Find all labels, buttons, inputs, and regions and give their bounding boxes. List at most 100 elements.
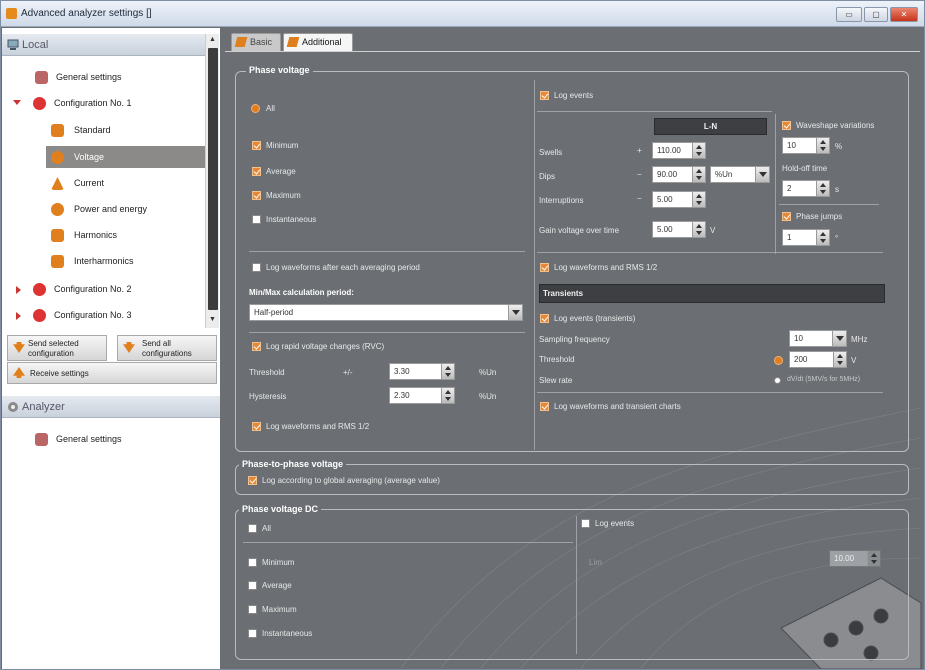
all-radio[interactable] [251,104,260,113]
dc-limit-spinner[interactable]: 10.00 [829,550,881,567]
tab-additional[interactable]: Additional [283,33,353,51]
expand-arrow-icon[interactable] [13,100,21,109]
stepper-icon[interactable] [816,181,829,196]
scroll-up-icon[interactable]: ▲ [209,36,216,43]
analyzer-general-settings[interactable]: General settings [32,429,202,449]
stepper-icon[interactable] [692,167,705,182]
tab-basic[interactable]: Basic [231,33,281,51]
scroll-down-icon[interactable]: ▼ [209,316,216,323]
stepper-icon[interactable] [692,143,705,158]
sampling-frequency-select[interactable]: 10 [789,330,847,347]
log-waveforms-avg-label: Log waveforms after each averaging perio… [266,263,420,272]
stepper-icon[interactable] [692,222,705,237]
scrollbar-thumb[interactable] [208,48,218,310]
threshold-radio[interactable] [774,356,783,365]
gain-voltage-unit: V [710,226,716,235]
chevron-down-icon[interactable] [832,331,846,346]
expand-arrow-icon[interactable] [16,312,25,320]
dc-minimum-checkbox[interactable] [248,558,257,567]
tree-item-harmonics[interactable]: Harmonics [46,225,205,245]
analyzer-header-label: Analyzer [22,401,65,413]
dc-log-events-checkbox[interactable] [581,519,590,528]
minmax-period-select[interactable]: Half-period [249,304,523,321]
computer-icon [7,39,19,50]
rvc-hysteresis-spinner[interactable]: 2.30 [389,387,455,404]
log-rvc-checkbox[interactable] [252,342,261,351]
stepper-icon[interactable] [692,192,705,207]
holdoff-label: Hold-off time [782,164,828,173]
phase-voltage-dc-group [235,509,909,660]
log-transient-charts-checkbox[interactable] [540,402,549,411]
waveshape-spinner[interactable]: 10 [782,137,830,154]
average-checkbox[interactable] [252,167,261,176]
tree-item-config-1[interactable]: Configuration No. 1 [30,93,200,113]
transient-threshold-label: Threshold [539,355,575,364]
dc-instantaneous-checkbox[interactable] [248,629,257,638]
dc-all-checkbox[interactable] [248,524,257,533]
send-all-button[interactable]: Send all configurations [117,335,217,361]
hysteresis-label: Hysteresis [249,392,287,401]
tree-item-config-2[interactable]: Configuration No. 2 [30,279,200,299]
dc-average-checkbox[interactable] [248,581,257,590]
analyzer-header[interactable]: Analyzer [2,396,220,418]
sampling-frequency-label: Sampling frequency [539,335,610,344]
phase-jumps-spinner[interactable]: 1 [782,229,830,246]
log-global-averaging-checkbox[interactable] [248,476,257,485]
dc-average-label: Average [262,581,292,590]
stepper-icon[interactable] [441,388,454,403]
stepper-icon[interactable] [441,364,454,379]
log-events-waveforms-checkbox[interactable] [540,263,549,272]
instantaneous-checkbox[interactable] [252,215,261,224]
tree-scrollbar[interactable]: ▲ ▼ [205,34,219,328]
stepper-icon[interactable] [816,138,829,153]
receive-settings-button[interactable]: Receive settings [7,362,217,384]
slew-rate-radio[interactable] [774,377,781,384]
transient-threshold-spinner[interactable]: 200 [789,351,847,368]
voltage-icon [51,151,64,164]
gain-voltage-spinner[interactable]: 5.00 [652,221,706,238]
phase-jumps-checkbox[interactable] [782,212,791,221]
log-events-checkbox[interactable] [540,91,549,100]
instantaneous-label: Instantaneous [266,215,317,224]
stepper-icon[interactable] [833,352,846,367]
maximize-button[interactable]: ▢ [864,7,888,22]
tree-item-config-3[interactable]: Configuration No. 3 [30,305,200,325]
chevron-down-icon[interactable] [755,167,769,182]
current-icon [51,177,64,190]
interruptions-spinner[interactable]: 5.00 [652,191,706,208]
tree-item-general-settings[interactable]: General settings [32,67,202,87]
dc-maximum-checkbox[interactable] [248,605,257,614]
send-selected-button[interactable]: Send selected configuration [7,335,107,361]
maximum-checkbox[interactable] [252,191,261,200]
all-label: All [266,104,275,113]
minimum-label: Minimum [266,141,299,150]
local-header[interactable]: Local [2,34,205,56]
rvc-threshold-spinner[interactable]: 3.30 [389,363,455,380]
close-button[interactable]: ✕ [890,7,918,22]
log-waveforms-avg-checkbox[interactable] [252,263,261,272]
dips-spinner[interactable]: 90.00 [652,166,706,183]
swells-spinner[interactable]: 110.00 [652,142,706,159]
waveshape-checkbox[interactable] [782,121,791,130]
chevron-down-icon[interactable] [508,305,522,320]
gear-icon [8,402,18,412]
tree-item-voltage[interactable]: Voltage [46,146,205,168]
dips-sign: − [637,170,642,179]
log-rvc-waveforms-checkbox[interactable] [252,422,261,431]
stepper-icon[interactable] [867,551,880,566]
threshold-unit: %Un [479,368,497,377]
tree-item-power-energy[interactable]: Power and energy [46,199,205,219]
minimum-checkbox[interactable] [252,141,261,150]
expand-arrow-icon[interactable] [16,286,25,294]
minimize-button[interactable]: ▭ [836,7,862,22]
divider [537,392,883,393]
dips-unit-select[interactable]: %Un [710,166,770,183]
stepper-icon[interactable] [816,230,829,245]
tree-item-current[interactable]: Current [46,173,205,193]
tree-item-standard[interactable]: Standard [46,120,205,140]
holdoff-spinner[interactable]: 2 [782,180,830,197]
log-transients-checkbox[interactable] [540,314,549,323]
column-divider [534,80,535,450]
divider [249,251,525,252]
tree-item-interharmonics[interactable]: Interharmonics [46,251,205,271]
